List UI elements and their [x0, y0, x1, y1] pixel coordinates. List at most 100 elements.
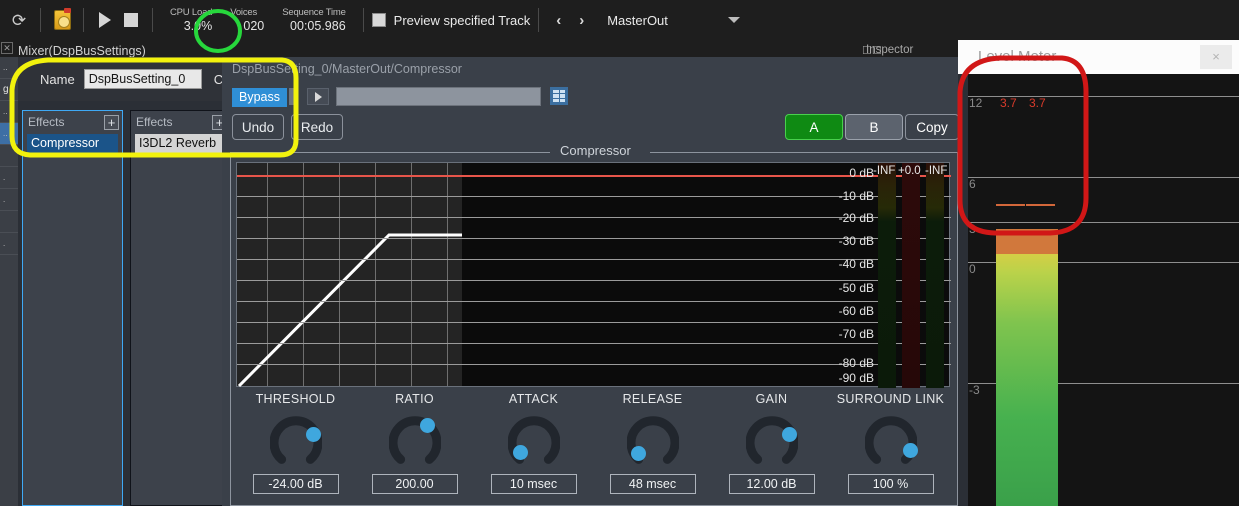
mixer-window-title: Mixer(DspBusSettings) [18, 44, 146, 58]
knob-release[interactable]: RELEASE 48 msec [593, 392, 712, 494]
preset-slider[interactable] [336, 87, 541, 106]
db-tick-20: -20 dB [838, 211, 874, 225]
level-meter-title: Level Meter [978, 48, 1057, 65]
preset-a-button[interactable]: A [785, 114, 843, 140]
cpu-load-stat: CPU Load 3.0% [161, 7, 221, 33]
effects-column-header: Effects + [131, 111, 230, 133]
knob-attack[interactable]: ATTACK 10 msec [474, 392, 593, 494]
sequence-time-value: 00:05.986 [290, 19, 346, 33]
meter-strip-left [878, 163, 896, 388]
db-tick-60: -60 dB [838, 304, 874, 318]
play-icon[interactable] [92, 7, 118, 33]
preview-play-icon[interactable] [307, 88, 329, 105]
effect-item-compressor[interactable]: Compressor [27, 134, 118, 153]
plugin-path-breadcrumb: DspBusSetting_0/MasterOut/Compressor [232, 62, 462, 76]
track-name: MasterOut [607, 12, 668, 28]
transport-bar-handle[interactable] [289, 88, 294, 105]
db-tick-90: -90 dB [838, 371, 874, 385]
next-track-icon[interactable]: › [570, 12, 593, 29]
rail-item[interactable]: . [0, 167, 18, 189]
lm-scale-6: 6 [969, 177, 976, 191]
close-icon[interactable]: ✕ [1, 42, 13, 54]
knob-dial[interactable] [864, 415, 918, 467]
meter-strip-gain [902, 163, 920, 388]
copy-button[interactable]: Copy [905, 114, 959, 140]
effect-item-reverb[interactable]: I3DL2 Reverb [135, 134, 226, 153]
knob-value[interactable]: 12.00 dB [728, 474, 815, 494]
stop-icon[interactable] [118, 7, 144, 33]
toolbar-divider [152, 8, 153, 32]
db-tick-0: 0 dB [849, 166, 874, 180]
knob-dial[interactable] [626, 415, 679, 467]
name-input[interactable] [83, 69, 202, 89]
knob-dial[interactable] [745, 415, 798, 467]
prev-track-icon[interactable]: ‹ [547, 12, 570, 29]
rail-item[interactable] [0, 211, 18, 233]
cart-icon[interactable] [49, 7, 75, 33]
knob-label: THRESHOLD [255, 392, 336, 406]
knob-dial[interactable] [388, 415, 441, 467]
rail-item[interactable]: . [0, 233, 18, 255]
rail-item[interactable]: . [0, 189, 18, 211]
lm-peak-left: 3.7 [1000, 96, 1017, 110]
knob-label: RATIO [395, 392, 434, 406]
knob-label: SURROUND LINK [836, 392, 945, 406]
sequence-time-label: Sequence Time [282, 7, 346, 18]
meter-label-right: -INF [925, 165, 948, 177]
add-effect-button[interactable]: + [104, 114, 119, 130]
undo-button[interactable]: Undo [232, 114, 284, 140]
list-icon[interactable] [550, 87, 568, 105]
parameter-knob-row: THRESHOLD -24.00 dB RATIO 200.00 ATTACK … [236, 392, 950, 504]
voices-label: Voices [230, 7, 258, 18]
bypass-button[interactable]: Bypass [232, 88, 287, 107]
preview-track-checkbox[interactable] [371, 13, 386, 27]
knob-value[interactable]: 100 % [847, 474, 934, 494]
sequence-time-stat: Sequence Time 00:05.986 [273, 7, 354, 33]
cpu-load-label: CPU Load [170, 7, 213, 18]
level-bar-left [996, 229, 1028, 506]
rail-item[interactable]: g [0, 79, 18, 101]
knob-ratio[interactable]: RATIO 200.00 [355, 392, 474, 494]
knob-dial[interactable] [507, 415, 560, 467]
knob-label: ATTACK [508, 392, 559, 406]
name-label: Name [40, 71, 75, 87]
toolbar-divider [83, 8, 84, 32]
knob-value[interactable]: 10 msec [490, 474, 577, 494]
toolbar-divider [362, 8, 364, 32]
db-tick-70: -70 dB [838, 327, 874, 341]
effects-column-1[interactable]: Effects + Compressor [22, 110, 123, 506]
db-tick-40: -40 dB [838, 257, 874, 271]
knob-value[interactable]: -24.00 dB [252, 474, 339, 494]
redo-icon[interactable]: ⟳ [6, 7, 32, 33]
knob-gain[interactable]: GAIN 12.00 dB [712, 392, 831, 494]
knob-surround-link[interactable]: SURROUND LINK 100 % [831, 392, 950, 494]
lm-peak-right: 3.7 [1029, 96, 1046, 110]
effects-column-header: Effects + [23, 111, 122, 133]
knob-dial[interactable] [269, 415, 322, 467]
effects-column-2[interactable]: Effects + I3DL2 Reverb [130, 110, 231, 506]
db-tick-50: -50 dB [838, 281, 874, 295]
knob-value[interactable]: 200.00 [371, 474, 458, 494]
chevron-down-icon[interactable] [727, 17, 740, 23]
rail-item[interactable]: .. [0, 101, 18, 123]
meter-label-left: -INF [873, 165, 896, 177]
group-title: Compressor [560, 143, 631, 158]
redo-button[interactable]: Redo [291, 114, 343, 140]
toolbar-divider [538, 8, 540, 32]
lm-scale-3: 3 [969, 222, 976, 236]
knob-value[interactable]: 48 msec [609, 474, 696, 494]
mixer-left-rail[interactable]: .. g .. .. . . . [0, 57, 18, 506]
lm-scale-12: 12 [969, 96, 983, 110]
preview-track-label: Preview specified Track [393, 12, 531, 28]
level-meter-panel: Level Meter × 12 6 3 0 -3 3.7 3.7 [958, 40, 1239, 506]
knob-threshold[interactable]: THRESHOLD -24.00 dB [236, 392, 355, 494]
rail-item-selected[interactable]: .. [0, 123, 18, 145]
rail-item[interactable] [0, 145, 18, 167]
effects-header-label: Effects [28, 115, 65, 129]
lm-scale-0: 0 [969, 262, 976, 276]
rail-item[interactable]: .. [0, 57, 18, 79]
preset-b-button[interactable]: B [845, 114, 903, 140]
lm-scale-m3: -3 [969, 383, 980, 397]
close-icon[interactable]: × [1200, 45, 1232, 69]
inspector-label: Inspector [866, 44, 914, 56]
